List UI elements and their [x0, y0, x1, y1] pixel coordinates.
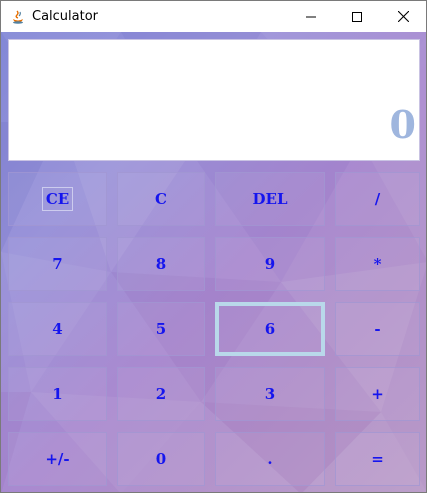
key-label: 8 [155, 255, 167, 273]
key-label: CE [41, 187, 74, 211]
key-label: C [155, 190, 167, 208]
key-label: * [373, 255, 382, 273]
key-label: 2 [155, 385, 167, 403]
decimal-point-button[interactable]: . [215, 432, 325, 486]
digit-0-button[interactable]: 0 [117, 432, 205, 486]
minimize-icon[interactable] [288, 1, 334, 32]
equals-button[interactable]: = [335, 432, 420, 486]
digit-3-button[interactable]: 3 [215, 367, 325, 421]
key-label: 4 [52, 320, 63, 338]
key-label: 7 [52, 255, 63, 273]
key-label: + [371, 385, 384, 403]
digit-4-button[interactable]: 4 [8, 302, 107, 356]
key-label: 5 [155, 320, 167, 338]
digit-6-button[interactable]: 6 [215, 302, 325, 356]
negate-button[interactable]: +/- [8, 432, 107, 486]
key-label: 0 [155, 450, 167, 468]
calculator-window: Calculator 0 CE C DEL / 7 8 9 * 4 5 6 - … [0, 0, 427, 493]
clear-button[interactable]: C [117, 172, 205, 226]
java-app-icon [10, 9, 26, 25]
key-label: = [371, 450, 384, 468]
key-label: 6 [264, 320, 276, 338]
display-value: 0 [389, 102, 416, 147]
divide-button[interactable]: / [335, 172, 420, 226]
window-title: Calculator [32, 9, 99, 24]
key-label: . [267, 450, 273, 468]
key-label: DEL [252, 190, 288, 208]
clear-entry-button[interactable]: CE [8, 172, 107, 226]
digit-9-button[interactable]: 9 [215, 237, 325, 291]
maximize-icon[interactable] [334, 1, 380, 32]
digit-1-button[interactable]: 1 [8, 367, 107, 421]
delete-button[interactable]: DEL [215, 172, 325, 226]
subtract-button[interactable]: - [335, 302, 420, 356]
close-icon[interactable] [380, 1, 426, 32]
digit-5-button[interactable]: 5 [117, 302, 205, 356]
digit-7-button[interactable]: 7 [8, 237, 107, 291]
digit-8-button[interactable]: 8 [117, 237, 205, 291]
key-label: - [374, 320, 381, 338]
result-display: 0 [8, 39, 420, 161]
title-bar[interactable]: Calculator [1, 1, 426, 32]
multiply-button[interactable]: * [335, 237, 420, 291]
key-label: 9 [264, 255, 276, 273]
key-label: 1 [52, 385, 63, 403]
key-label: +/- [45, 450, 70, 468]
add-button[interactable]: + [335, 367, 420, 421]
key-label: 3 [264, 385, 276, 403]
digit-2-button[interactable]: 2 [117, 367, 205, 421]
key-label: / [374, 190, 381, 208]
